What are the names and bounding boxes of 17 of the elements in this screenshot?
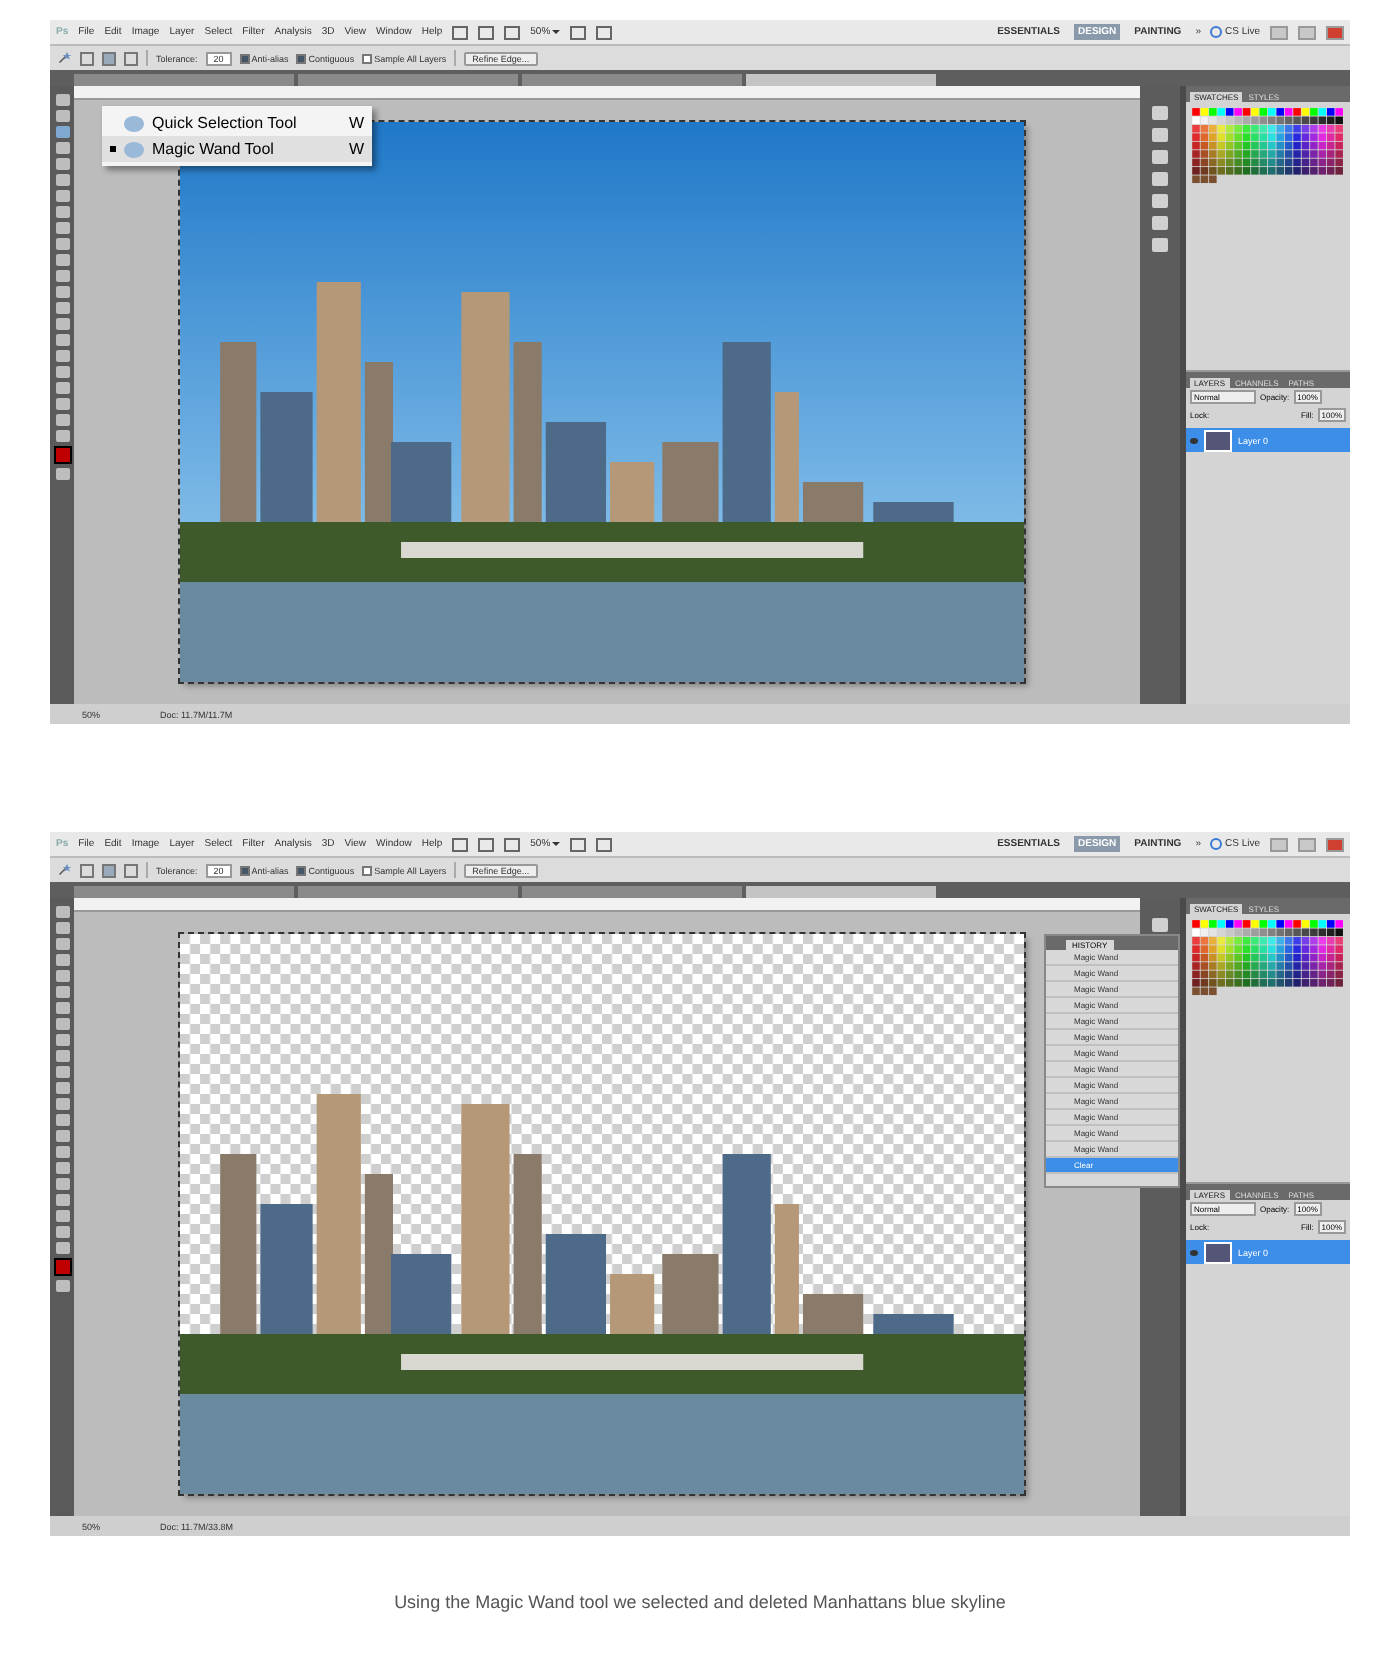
image-caption: Using the Magic Wand tool we selected and deleted Manhattans blue skyline <box>392 1592 1008 1612</box>
close-button[interactable] <box>1326 25 1344 39</box>
tool-menu-item[interactable]: Quick Selection Tool W <box>102 110 372 136</box>
color-swatches-drawing[interactable] <box>1190 106 1346 186</box>
maximize-button[interactable] <box>1298 25 1316 39</box>
minimize-button[interactable] <box>1270 837 1288 851</box>
quick-mask-icon[interactable] <box>55 468 69 480</box>
magic-wand-icon[interactable] <box>56 864 72 876</box>
tool-menu-item[interactable]: Magic Wand Tool W <box>102 136 372 162</box>
minimize-button[interactable] <box>1270 25 1288 39</box>
maximize-button[interactable] <box>1298 837 1316 851</box>
close-button[interactable] <box>1326 837 1344 851</box>
color-swatches-drawing[interactable] <box>1190 918 1346 998</box>
magic-wand-icon[interactable] <box>56 52 72 64</box>
foreground-color-icon[interactable] <box>53 446 71 464</box>
foreground-color-icon[interactable] <box>53 1258 71 1276</box>
quick-mask-icon[interactable] <box>55 1280 69 1292</box>
